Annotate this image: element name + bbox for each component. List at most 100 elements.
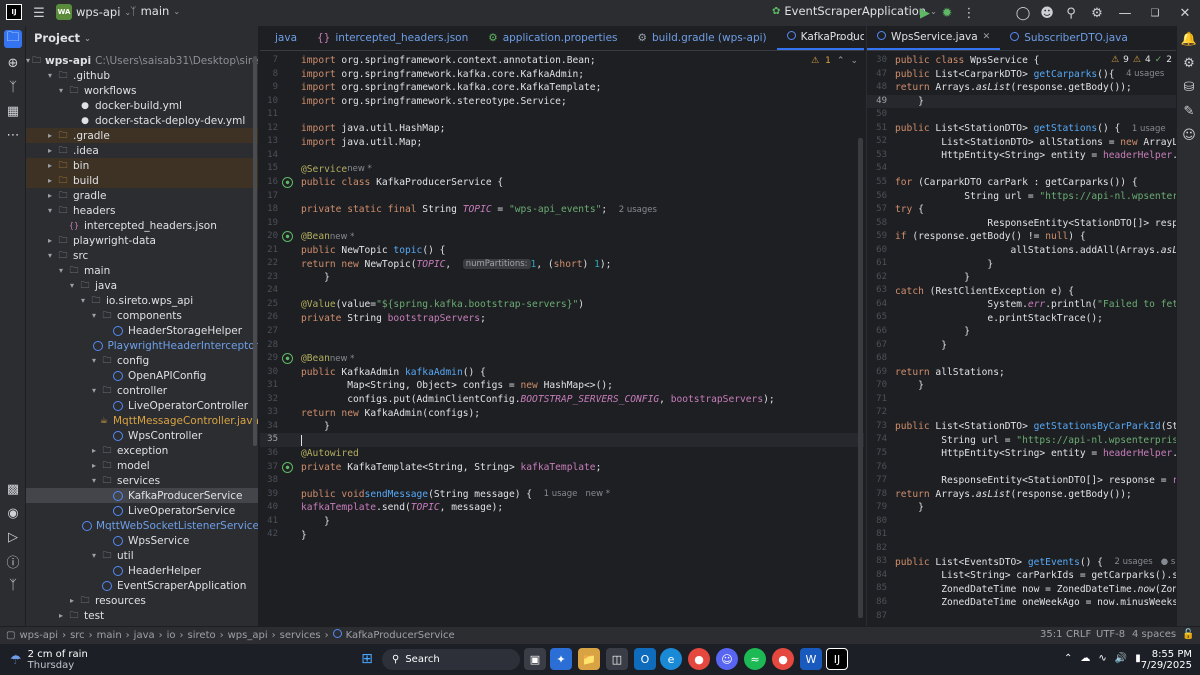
tree-item[interactable]: ▾ 🗀 java <box>26 278 258 293</box>
discord-icon[interactable]: ☺ <box>716 648 738 670</box>
editor-tab[interactable]: {} intercepted_headers.json <box>307 26 478 50</box>
chevron-right-icon[interactable]: ▸ <box>56 611 66 620</box>
tree-item[interactable]: WpsController <box>26 428 258 443</box>
chevron-right-icon[interactable]: ▸ <box>89 446 99 455</box>
copilot-icon[interactable]: ☺ <box>1180 126 1198 144</box>
tree-item[interactable]: ☕ MqttMessageController.java <box>26 413 258 428</box>
chevron-down-icon[interactable]: ▾ <box>56 86 66 95</box>
database-icon[interactable]: ⛁ <box>1180 78 1198 96</box>
editor-tab[interactable]: ⚙ build.gradle (wps-api) <box>628 26 777 50</box>
editor-tab[interactable]: SubscriberDTO.java <box>1000 26 1138 50</box>
chrome-icon[interactable]: ● <box>688 648 710 670</box>
search-icon[interactable]: ⚲ <box>1062 4 1080 22</box>
system-tray[interactable]: ⌃ ☁ ∿ 🔊 ▮ <box>1064 653 1141 664</box>
outlook-icon[interactable]: O <box>634 648 656 670</box>
tree-item[interactable]: ▸ 🗀 .gradle <box>26 128 258 143</box>
tree-item[interactable]: HeaderStorageHelper <box>26 323 258 338</box>
breadcrumb-item[interactable]: java <box>134 630 155 641</box>
tab-overflow-icon[interactable]: ⌄ ⋮ <box>836 32 858 43</box>
editor-tab[interactable]: java <box>260 26 307 50</box>
chevron-down-icon[interactable]: ▾ <box>89 311 99 320</box>
chevron-down-icon[interactable]: ▾ <box>26 56 30 65</box>
tree-item[interactable]: ▾🗀wps-apiC:\Users\saisab31\Desktop\siret… <box>26 53 258 68</box>
tree-item[interactable]: ▾ 🗀 headers <box>26 203 258 218</box>
breadcrumb-item[interactable]: src <box>70 630 85 641</box>
chevron-right-icon[interactable]: ▸ <box>45 191 55 200</box>
breadcrumb-item[interactable]: wps_api <box>228 630 268 641</box>
tree-item[interactable]: ● docker-build.yml <box>26 98 258 113</box>
chevron-down-icon[interactable]: ▾ <box>89 551 99 560</box>
tree-item[interactable]: ▸ 🗀 build <box>26 173 258 188</box>
maximize-icon[interactable]: ❑ <box>1146 4 1164 22</box>
chevron-right-icon[interactable]: ▸ <box>67 596 77 605</box>
taskbar-search[interactable]: ⚲ Search <box>382 649 520 670</box>
chevron-down-icon[interactable]: ▾ <box>56 266 66 275</box>
windows-start-icon[interactable]: ⊞ <box>356 648 378 670</box>
gradle-icon[interactable]: ⚙ <box>1180 54 1198 72</box>
chevron-down-icon[interactable]: ▾ <box>89 386 99 395</box>
tree-scrollbar[interactable] <box>253 56 257 446</box>
breadcrumb-item[interactable]: services <box>280 630 321 641</box>
tree-item[interactable]: {} intercepted_headers.json <box>26 218 258 233</box>
close-icon[interactable]: ✕ <box>1176 4 1194 22</box>
chevron-down-icon[interactable]: ▾ <box>45 251 55 260</box>
inspection-widget[interactable]: ⚠ 1 ⌃ ⌄ <box>811 56 858 66</box>
tree-item[interactable]: ▾ 🗀 services <box>26 473 258 488</box>
chevron-down-icon[interactable]: ▾ <box>89 476 99 485</box>
tree-item[interactable]: ▾ 🗀 .github <box>26 68 258 83</box>
close-tab-icon[interactable]: ✕ <box>983 32 991 42</box>
edge-icon[interactable]: e <box>660 648 682 670</box>
store-icon[interactable]: ◫ <box>606 648 628 670</box>
spotify-icon[interactable]: ≈ <box>744 648 766 670</box>
tree-item[interactable]: ● docker-stack-deploy-dev.yml <box>26 113 258 128</box>
spring-bean-gutter-icon[interactable]: ● <box>282 353 293 365</box>
tree-item[interactable]: ▸ 🗀 resources <box>26 593 258 608</box>
chevron-right-icon[interactable]: ▸ <box>45 131 55 140</box>
settings-gear-icon[interactable]: ⚙ <box>1088 4 1106 22</box>
project-tool-icon[interactable]: 🗀 <box>4 30 22 48</box>
breadcrumb-item[interactable]: sireto <box>188 630 216 641</box>
breadcrumb-item[interactable]: KafkaProducerService <box>346 630 455 641</box>
inspection-widget-right[interactable]: ⚠ 9 ⚠ 4 ✓ 2 <box>1107 55 1172 65</box>
tree-item[interactable]: ▸ 🗀 model <box>26 458 258 473</box>
breadcrumb-item[interactable]: wps-api <box>19 630 58 641</box>
minimize-icon[interactable]: — <box>1116 4 1134 22</box>
tree-item[interactable]: ▸ 🗀 playwright-data <box>26 233 258 248</box>
git-branches-icon[interactable]: ᛉ <box>4 78 22 96</box>
chrome-profile-icon[interactable]: ● <box>772 648 794 670</box>
tree-item[interactable]: ▾ 🗀 util <box>26 548 258 563</box>
terminal-icon[interactable]: ▩ <box>4 480 22 498</box>
tree-item[interactable]: ▾ 🗀 src <box>26 248 258 263</box>
intellij-taskbar-icon[interactable]: IJ <box>826 648 848 670</box>
chevron-down-icon[interactable]: ▾ <box>78 296 88 305</box>
chevron-right-icon[interactable]: ▸ <box>89 461 99 470</box>
chevron-down-icon[interactable]: ▾ <box>89 356 99 365</box>
chevron-down-icon[interactable]: ▾ <box>45 71 55 80</box>
file-encoding[interactable]: UTF-8 <box>1096 629 1125 640</box>
tree-item[interactable]: LiveOperatorService <box>26 503 258 518</box>
run-config-selector[interactable]: ✿ EventScraperApplication ⌄ <box>772 4 937 18</box>
more-actions-icon[interactable]: ⋮ <box>960 4 978 22</box>
tree-item[interactable]: ▾ 🗀 components <box>26 308 258 323</box>
notifications-icon[interactable]: 🔔 <box>1180 30 1198 48</box>
editor-left-scrollbar[interactable] <box>858 138 863 618</box>
tree-item[interactable]: WpsService <box>26 533 258 548</box>
indent-setting[interactable]: 4 spaces <box>1132 629 1176 640</box>
chevron-right-icon[interactable]: ▸ <box>45 161 55 170</box>
main-menu-button[interactable]: ☰ <box>30 4 48 22</box>
breadcrumb-item[interactable]: main <box>97 630 122 641</box>
tree-item[interactable]: ▸ 🗀 gradle <box>26 188 258 203</box>
branch-switcher[interactable]: ᛉ main ⌄ <box>130 4 180 18</box>
editor-tab[interactable]: ⚙ application.properties <box>478 26 627 50</box>
add-user-icon[interactable]: ☻ <box>1038 4 1056 22</box>
tree-item[interactable]: ▸ 🗀 exception <box>26 443 258 458</box>
ai-assistant-icon[interactable]: ◯ <box>1014 4 1032 22</box>
weather-widget[interactable]: ☂ 2 cm of rain Thursday <box>10 649 88 671</box>
services-icon[interactable]: ◉ <box>4 504 22 522</box>
git-tool-icon[interactable]: ᛉ <box>4 576 22 594</box>
chevron-right-icon[interactable]: ▸ <box>45 176 55 185</box>
chevron-down-icon[interactable]: ▾ <box>45 206 55 215</box>
editor-tab[interactable]: WpsService.java ✕ <box>867 26 1001 50</box>
spring-bean-gutter-icon[interactable]: ● <box>282 176 293 188</box>
debug-icon[interactable]: ✹ <box>938 4 956 22</box>
